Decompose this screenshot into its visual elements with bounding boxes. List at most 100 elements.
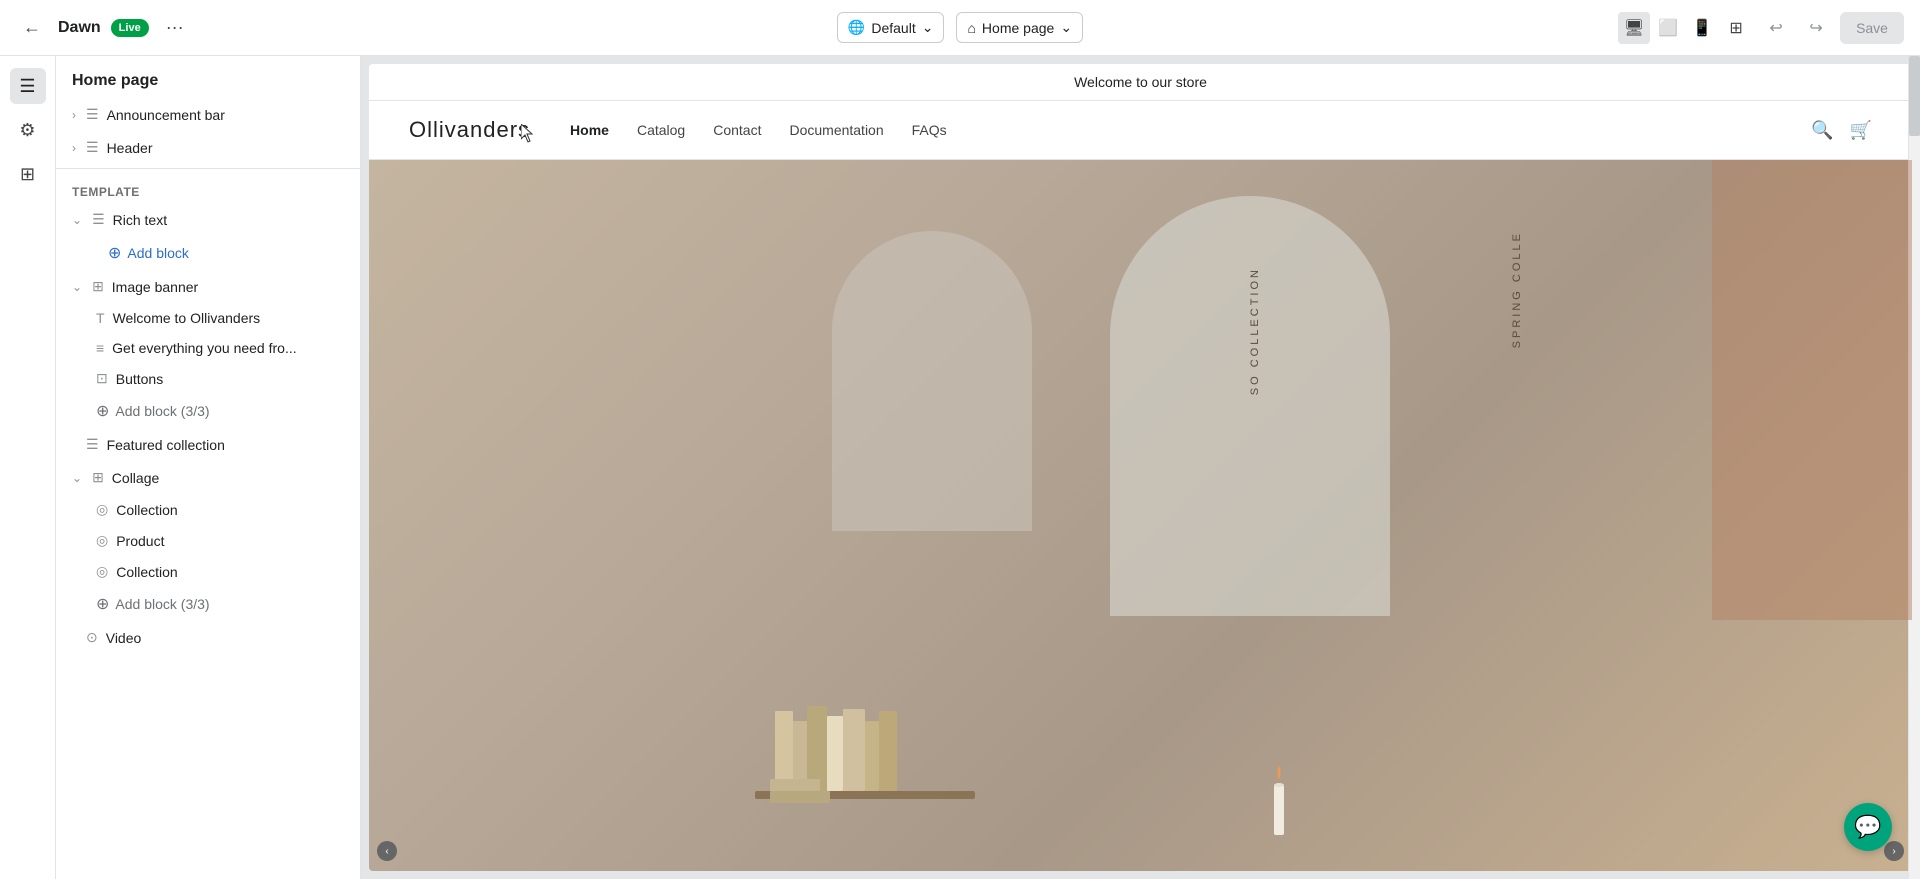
default-button[interactable]: 🌐 Default ⌄ [837,12,945,43]
plus-icon-gray-2: ⊕ [96,594,109,614]
home-label: Home page [982,20,1054,36]
collection-1-label: Collection [116,502,177,518]
sidebar-item-get-everything[interactable]: ≡ Get everything you need fro... [56,333,360,363]
topbar-center: 🌐 Default ⌄ ⌂ Home page ⌄ [649,12,1270,43]
panel-title: Home page [56,56,360,98]
add-block-collage: ⊕ Add block (3/3) [56,587,360,621]
sidebar-item-image-banner[interactable]: ⌄ ⊞ Image banner [56,270,360,303]
search-icon[interactable]: 🔍 [1811,120,1833,141]
next-arrow[interactable]: › [1884,841,1904,861]
sidebar-item-video[interactable]: › ⊙ Video [56,621,360,654]
sidebar-item-buttons[interactable]: ⊡ Buttons [56,363,360,394]
hero-bg: SO COLLECTION SPRING COLLE [369,160,1912,871]
store-nav-links: Home Catalog Contact Documentation FAQs [570,122,1811,138]
collection-icon-2: ◎ [96,563,108,580]
store-nav-icons: 🔍 🛒 [1811,120,1872,141]
chevron-down-icon-2: ⌄ [1060,19,1072,36]
arch-right [1712,160,1912,620]
welcome-label: Welcome to Ollivanders [113,310,261,326]
text-lines-icon: ≡ [96,340,104,356]
text-icon: T [96,310,105,326]
sidebar-item-collection-1[interactable]: ◎ Collection [56,494,360,525]
collection-icon-1: ◎ [96,501,108,518]
add-block-label: Add block [127,245,188,261]
store-nav: Ollivanders Home Catalog Contact Documen… [369,101,1912,160]
nav-catalog[interactable]: Catalog [637,122,685,138]
store-frame: Welcome to our store Ollivanders Home Ca… [369,64,1912,871]
add-block-33-collage-label: Add block (3/3) [115,596,209,612]
sidebar-item-collage[interactable]: ⌄ ⊞ Collage [56,461,360,494]
sidebar-item-collection-2[interactable]: ◎ Collection [56,556,360,587]
cart-icon[interactable]: 🛒 [1850,120,1872,141]
undo-button[interactable]: ↩ [1760,12,1792,44]
more-button[interactable]: ··· [159,12,191,44]
vertical-text-1: SO COLLECTION [1249,267,1261,395]
mobile-view-button[interactable]: 📱 [1686,12,1718,44]
zoom-view-button[interactable]: ⊞ [1720,12,1752,44]
nav-documentation[interactable]: Documentation [789,122,883,138]
desktop-view-button[interactable]: 🖥 [1618,12,1650,44]
add-block-33-label: Add block (3/3) [115,403,209,419]
plus-icon-gray: ⊕ [96,401,109,421]
vertical-text-2: SPRING COLLE [1511,231,1523,348]
tablet-view-button[interactable]: ⬜ [1652,12,1684,44]
announcement-bar-label: Announcement bar [107,107,344,123]
chevron-right-icon-2: › [72,141,76,155]
settings-icon-button[interactable]: ⚙ [10,112,46,148]
store-logo: Ollivanders [409,117,530,143]
chevron-down-icon-4: ⌄ [72,280,82,294]
panel-scroll: › ☰ Announcement bar › ☰ Header Template… [56,98,360,879]
live-badge: Live [111,19,149,37]
product-label: Product [116,533,164,549]
redo-button[interactable]: ↪ [1800,12,1832,44]
get-everything-label: Get everything you need fro... [112,340,296,356]
store-announcement: Welcome to our store [369,64,1912,101]
sidebar-item-welcome-title[interactable]: T Welcome to Ollivanders [56,303,360,333]
add-block-rich-text[interactable]: ⊕ Add block [56,236,360,270]
nav-contact[interactable]: Contact [713,122,761,138]
chevron-right-icon: › [72,108,76,122]
left-panel: Home page › ☰ Announcement bar › ☰ Heade… [56,56,361,879]
video-icon: ⊙ [86,629,98,646]
sidebar-item-featured-collection[interactable]: › ☰ Featured collection [56,428,360,461]
header-label: Header [107,140,344,156]
sidebar-item-product[interactable]: ◎ Product [56,525,360,556]
view-icons: 🖥 ⬜ 📱 ⊞ [1618,12,1752,44]
divider-1 [56,168,360,169]
chevron-down-icon-3: ⌄ [72,213,82,227]
chat-bubble-button[interactable]: 💬 [1844,803,1892,851]
home-icon: ⌂ [967,20,975,36]
template-section-label: Template [56,173,360,203]
store-hero: SO COLLECTION SPRING COLLE [369,160,1912,871]
preview-area: Welcome to our store Ollivanders Home Ca… [361,56,1920,879]
featured-collection-icon: ☰ [86,436,99,453]
buttons-icon: ⊡ [96,370,108,387]
collage-label: Collage [112,470,344,486]
sidebar-item-header[interactable]: › ☰ Header [56,131,360,164]
scrollbar-thumb [1909,56,1920,136]
chevron-down-icon: ⌄ [922,19,934,36]
topbar-right: 🖥 ⬜ 📱 ⊞ ↩ ↪ Save [1283,12,1904,44]
pages-icon-button[interactable]: ☰ [10,68,46,104]
save-button[interactable]: Save [1840,12,1904,44]
arch-center [1110,196,1390,616]
add-block-banner: ⊕ Add block (3/3) [56,394,360,428]
image-banner-label: Image banner [112,279,344,295]
rich-text-label: Rich text [113,212,344,228]
collage-icon: ⊞ [92,469,104,486]
prev-arrow[interactable]: ‹ [377,841,397,861]
back-button[interactable]: ← [16,12,48,44]
globe-icon: 🌐 [848,19,865,36]
main-layout: ☰ ⚙ ⊞ Home page › ☰ Announcement bar › ☰… [0,56,1920,879]
nav-faqs[interactable]: FAQs [912,122,947,138]
sidebar-item-announcement-bar[interactable]: › ☰ Announcement bar [56,98,360,131]
video-label: Video [106,630,344,646]
chevron-down-icon-5: ⌄ [72,471,82,485]
apps-icon-button[interactable]: ⊞ [10,156,46,192]
nav-home[interactable]: Home [570,122,609,138]
home-page-button[interactable]: ⌂ Home page ⌄ [956,12,1083,43]
app-name: Dawn [58,19,101,37]
featured-collection-label: Featured collection [107,437,344,453]
icon-sidebar: ☰ ⚙ ⊞ [0,56,56,879]
sidebar-item-rich-text[interactable]: ⌄ ☰ Rich text [56,203,360,236]
